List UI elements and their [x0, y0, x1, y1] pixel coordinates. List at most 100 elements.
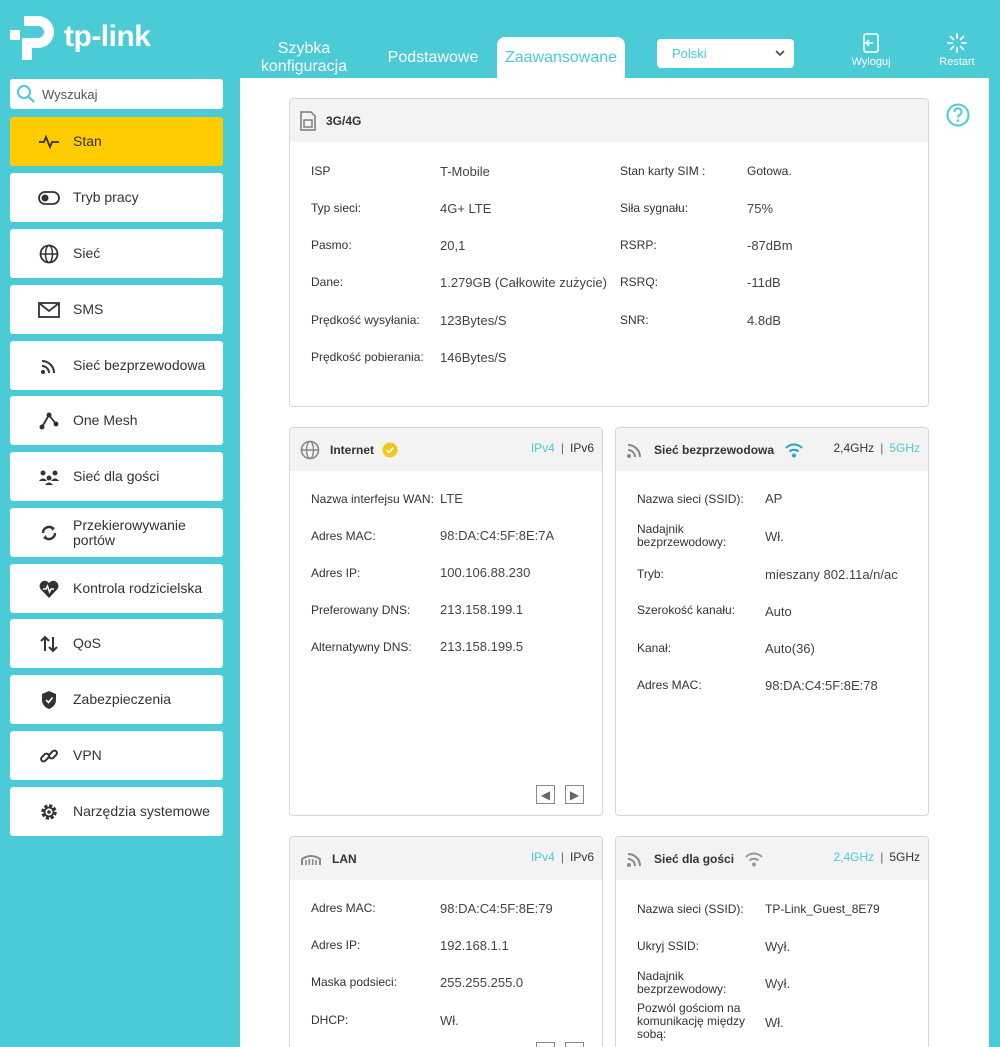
sidebar-item-one-mesh[interactable]: One Mesh: [10, 396, 223, 445]
sidebar-item-security[interactable]: Zabezpieczenia: [10, 675, 223, 724]
field-value: Auto(36): [765, 641, 815, 656]
sidebar-item-label: Kontrola rodzicielska: [73, 580, 203, 596]
tab-basic[interactable]: Podstawowe: [380, 49, 486, 67]
sidebar-item-guest-network[interactable]: Sieć dla gości: [10, 452, 223, 501]
field-label: RSRQ:: [620, 275, 659, 289]
band-5-tab[interactable]: 5GHz: [889, 850, 920, 864]
field-label: Siła sygnału:: [620, 201, 689, 215]
field-label-line2: bezprzewodowy:: [637, 982, 727, 996]
field-value: 1.279GB (Całkowite zużycie): [440, 275, 607, 290]
wifi-off-icon: [745, 852, 763, 866]
card-header: LAN IPv4 | IPv6: [290, 837, 602, 880]
field-value: TP-Link_Guest_8E79: [765, 902, 880, 916]
sidebar-item-system-tools[interactable]: Narzędzia systemowe: [10, 787, 223, 836]
toggle-icon: [38, 187, 60, 209]
help-icon: [946, 103, 970, 127]
field-label: Alternatywny DNS:: [311, 640, 412, 654]
field-label: RSRP:: [620, 238, 657, 252]
tab-quick-setup[interactable]: Szybka konfiguracja: [248, 40, 360, 76]
band-24-tab[interactable]: 2,4GHz: [834, 441, 875, 455]
mesh-icon: [38, 410, 60, 432]
sidebar-item-label: Przekierowywanie portów: [73, 516, 186, 548]
sidebar-item-network[interactable]: Sieć: [10, 229, 223, 278]
sidebar-item-label: Sieć dla gości: [73, 468, 160, 484]
search-input[interactable]: [42, 86, 212, 102]
search-box[interactable]: [10, 79, 223, 109]
card-title: Internet: [330, 442, 375, 457]
ipv4-tab[interactable]: IPv4: [531, 850, 555, 864]
field-value: -11dB: [747, 275, 781, 290]
card-header: Sieć bezprzewodowa 2,4GHz | 5GHz: [616, 428, 928, 471]
lan-card: LAN IPv4 | IPv6 Adres MAC: 98:DA:C4:5F:8E:…: [289, 836, 603, 1047]
card-title: LAN: [332, 851, 357, 866]
field-value: Auto: [765, 604, 792, 619]
field-label: Typ sieci:: [311, 201, 362, 215]
field-label: Nazwa sieci (SSID):: [637, 492, 744, 506]
guest-network-card: Sieć dla gości 2,4GHz | 5GHz Nazwa sieci (…: [615, 836, 929, 1047]
field-label: Prędkość wysyłania:: [311, 313, 420, 327]
field-value: 123Bytes/S: [440, 313, 507, 328]
ipv4-tab[interactable]: IPv4: [531, 441, 555, 455]
sidebar-item-vpn[interactable]: VPN: [10, 731, 223, 780]
sidebar-item-parental-control[interactable]: Kontrola rodzicielska: [10, 564, 223, 613]
field-label: Adres IP:: [311, 566, 361, 580]
sidebar-item-label-line1: Przekierowywanie: [73, 516, 186, 533]
band-24-tab[interactable]: 2,4GHz: [834, 850, 875, 864]
field-label: Pasmo:: [311, 238, 352, 252]
pager: ◀ ▶: [536, 785, 584, 804]
ipv6-tab[interactable]: IPv6: [570, 850, 594, 864]
field-label: Kanał:: [637, 641, 672, 655]
sidebar-item-wireless[interactable]: Sieć bezprzewodowa: [10, 341, 223, 390]
field-label: Tryb:: [637, 567, 664, 581]
connected-check-icon: [382, 442, 398, 457]
field-value: 98:DA:C4:5F:8E:7A: [440, 528, 555, 543]
field-label: Adres MAC:: [637, 678, 702, 692]
next-page-button[interactable]: ▶: [565, 1042, 584, 1047]
next-page-button[interactable]: ▶: [565, 785, 584, 804]
sidebar-item-label: Tryb pracy: [73, 189, 139, 205]
card-title: Sieć dla gości: [654, 851, 735, 866]
field-label: Adres MAC:: [311, 901, 376, 915]
sidebar-item-sms[interactable]: SMS: [10, 285, 223, 334]
previous-page-button[interactable]: ◀: [536, 1042, 555, 1047]
previous-page-button[interactable]: ◀: [536, 785, 555, 804]
restart-icon: [947, 33, 967, 53]
restart-button[interactable]: Restart: [932, 32, 982, 68]
sidebar-item-label: SMS: [73, 301, 104, 317]
field-value: Wł.: [765, 1015, 784, 1030]
sidebar-item-port-forwarding[interactable]: Przekierowywanie portów: [10, 508, 223, 557]
sidebar-item-label: Sieć: [73, 245, 101, 261]
lan-port-icon: [301, 854, 321, 865]
sidebar-item-label: Stan: [73, 133, 102, 149]
card-header: Internet IPv4 | IPv6: [290, 428, 602, 471]
field-value: 146Bytes/S: [440, 350, 507, 365]
field-label: Stan karty SIM :: [620, 164, 706, 178]
field-label: Prędkość pobierania:: [311, 350, 424, 364]
help-button[interactable]: [946, 103, 970, 132]
field-value: 98:DA:C4:5F:8E:79: [440, 901, 553, 916]
field-label: Nadajnik bezprzewodowy:: [637, 970, 726, 996]
sidebar-item-qos[interactable]: QoS: [10, 619, 223, 668]
ip-version-switch: IPv4 | IPv6: [530, 850, 594, 864]
field-value: 255.255.255.0: [440, 975, 524, 990]
sidebar-item-status[interactable]: Stan: [10, 117, 223, 166]
forwarding-icon: [38, 522, 60, 544]
logout-button[interactable]: Wyloguj: [846, 32, 896, 68]
tp-link-logo: tp-link: [10, 12, 151, 62]
field-label: Ukryj SSID:: [637, 939, 700, 953]
field-value: 98:DA:C4:5F:8E:78: [765, 678, 878, 693]
field-label-line3: sobą:: [637, 1027, 667, 1041]
sidebar-item-operation-mode[interactable]: Tryb pracy: [10, 173, 223, 222]
globe-icon: [38, 243, 60, 265]
sidebar-item-label: VPN: [73, 747, 102, 763]
field-value: 75%: [747, 201, 774, 216]
tp-link-logo-icon: [10, 16, 54, 60]
sim-card-icon: [300, 110, 316, 131]
ipv6-tab[interactable]: IPv6: [570, 441, 594, 455]
language-select[interactable]: Polski: [657, 39, 794, 68]
field-value: -87dBm: [747, 238, 793, 253]
tab-advanced[interactable]: Zaawansowane: [497, 37, 625, 78]
sidebar-item-label: Narzędzia systemowe: [73, 803, 210, 819]
field-value: AP: [765, 491, 783, 506]
band-5-tab[interactable]: 5GHz: [889, 441, 920, 455]
